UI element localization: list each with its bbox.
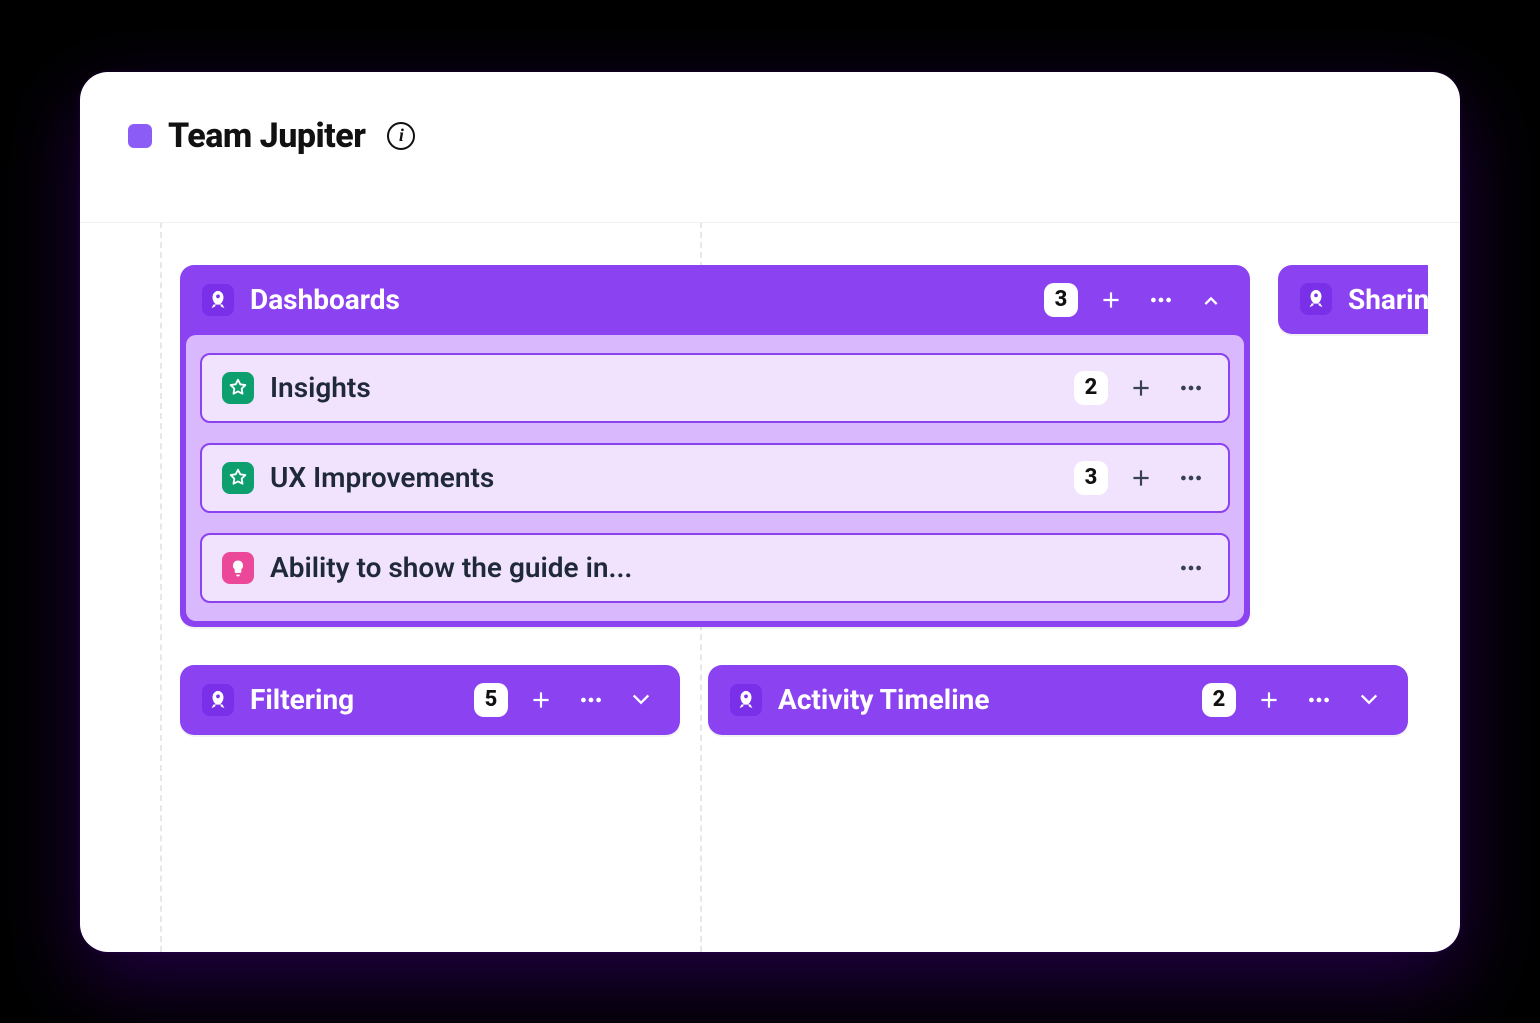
column-activity-count: 2	[1202, 683, 1236, 717]
list-item[interactable]: Insights 2	[200, 353, 1230, 423]
timeline-board: Dashboards 3 Insights 2	[80, 222, 1460, 952]
list-item[interactable]: UX Improvements 3	[200, 443, 1230, 513]
column-dashboards-header[interactable]: Dashboards 3	[180, 265, 1250, 335]
info-icon[interactable]: i	[387, 122, 415, 150]
more-button[interactable]	[1174, 371, 1208, 405]
column-dashboards-body: Insights 2 UX Improvements 3	[186, 335, 1244, 621]
rocket-icon	[202, 284, 234, 316]
rocket-icon	[730, 684, 762, 716]
rocket-icon	[202, 684, 234, 716]
item-count: 3	[1074, 461, 1108, 495]
more-button[interactable]	[1174, 461, 1208, 495]
column-sharing-title: Sharin	[1348, 283, 1428, 316]
team-color-swatch	[128, 124, 152, 148]
item-title: UX Improvements	[270, 461, 1058, 494]
column-dashboards-title: Dashboards	[250, 283, 1028, 316]
column-activity-header[interactable]: Activity Timeline 2	[708, 665, 1408, 735]
collapse-button[interactable]	[1194, 283, 1228, 317]
column-sharing-header[interactable]: Sharin	[1278, 265, 1428, 334]
expand-button[interactable]	[624, 683, 658, 717]
column-dashboards-count: 3	[1044, 283, 1078, 317]
add-button[interactable]	[1124, 461, 1158, 495]
column-filtering-title: Filtering	[250, 683, 458, 716]
item-count: 2	[1074, 371, 1108, 405]
column-filtering: Filtering 5	[180, 665, 680, 735]
more-button[interactable]	[1144, 283, 1178, 317]
add-button[interactable]	[1252, 683, 1286, 717]
page-header: Team Jupiter i	[80, 72, 1460, 184]
add-button[interactable]	[524, 683, 558, 717]
more-button[interactable]	[574, 683, 608, 717]
board-panel: Team Jupiter i Dashboards 3	[80, 72, 1460, 952]
list-item[interactable]: Ability to show the guide in...	[200, 533, 1230, 603]
team-title: Team Jupiter	[168, 116, 365, 156]
more-button[interactable]	[1302, 683, 1336, 717]
item-title: Ability to show the guide in...	[270, 551, 1158, 584]
expand-button[interactable]	[1352, 683, 1386, 717]
more-button[interactable]	[1174, 551, 1208, 585]
column-filtering-count: 5	[474, 683, 508, 717]
column-activity-title: Activity Timeline	[778, 683, 1186, 716]
lightbulb-icon	[222, 552, 254, 584]
rocket-icon	[1300, 283, 1332, 315]
column-dashboards: Dashboards 3 Insights 2	[180, 265, 1250, 627]
column-filtering-header[interactable]: Filtering 5	[180, 665, 680, 735]
column-sharing: Sharin	[1278, 265, 1428, 334]
column-activity-timeline: Activity Timeline 2	[708, 665, 1408, 735]
star-icon	[222, 372, 254, 404]
add-button[interactable]	[1124, 371, 1158, 405]
add-button[interactable]	[1094, 283, 1128, 317]
item-title: Insights	[270, 371, 1058, 404]
star-icon	[222, 462, 254, 494]
